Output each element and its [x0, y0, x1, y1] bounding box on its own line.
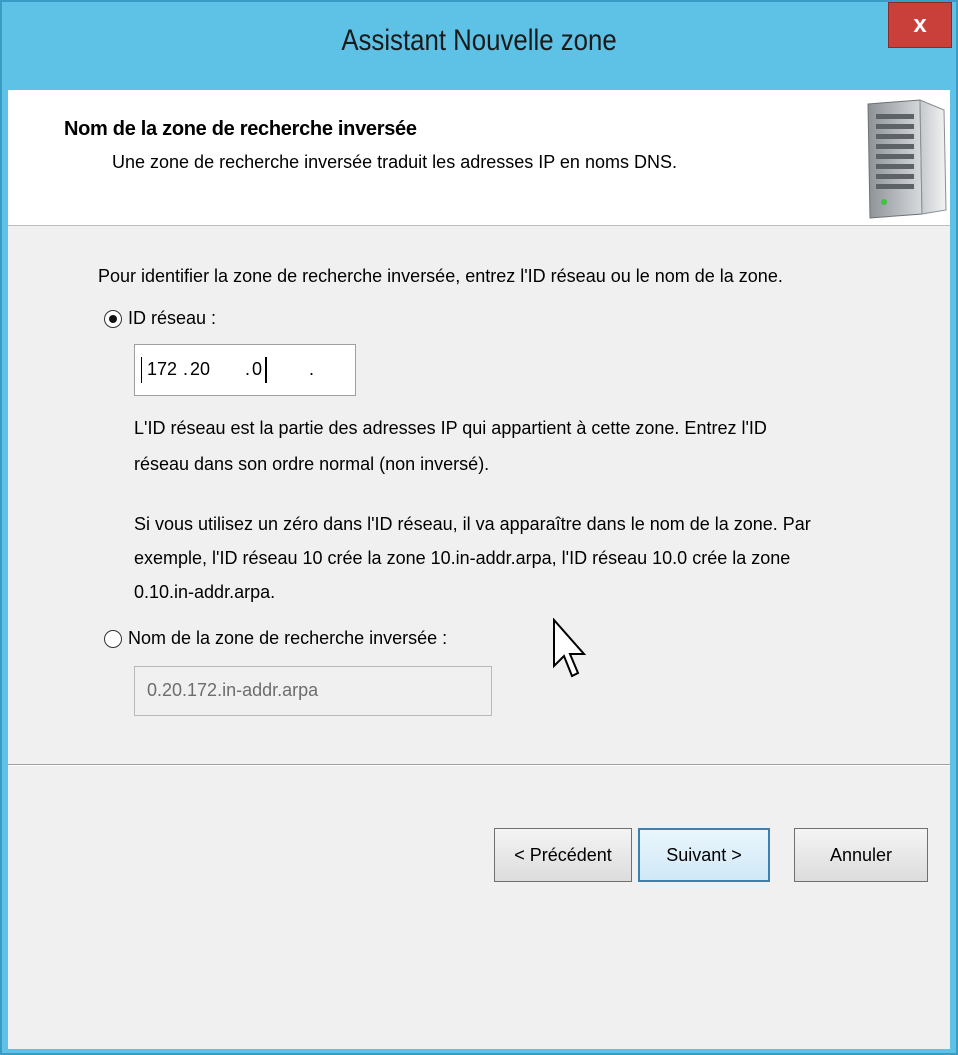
network-id-help-line-2: réseau dans son ordre normal (non invers…	[134, 454, 490, 474]
zone-name-value: 0.20.172.in-addr.arpa	[147, 680, 319, 700]
cancel-button[interactable]: Annuler	[794, 828, 928, 882]
octet-2[interactable]: 20	[190, 359, 210, 380]
button-area-divider	[8, 764, 950, 766]
close-button[interactable]: x	[888, 2, 952, 48]
text-caret	[265, 357, 267, 383]
zero-help-line-1: Si vous utilisez un zéro dans l'ID résea…	[134, 514, 811, 534]
wizard-content: Pour identifier la zone de recherche inv…	[8, 226, 950, 1049]
octet-separator-2: .	[245, 359, 251, 379]
field-left-caret	[141, 357, 142, 383]
window-title: Assistant Nouvelle zone	[341, 24, 617, 57]
zone-name-input[interactable]: 0.20.172.in-addr.arpa	[134, 666, 492, 716]
next-button[interactable]: Suivant >	[638, 828, 770, 882]
page-title: Nom de la zone de recherche inversée	[64, 118, 417, 140]
zero-help-line-2: exemple, l'ID réseau 10 crée la zone 10.…	[134, 548, 791, 568]
wizard-header: Nom de la zone de recherche inversée Une…	[8, 90, 950, 226]
octet-separator-1: .	[183, 359, 189, 379]
octet-1[interactable]: 172	[147, 359, 177, 380]
close-icon: x	[913, 11, 927, 38]
wizard-window: Assistant Nouvelle zone x Nom de la zone…	[0, 0, 958, 1055]
zero-help-line-3: 0.10.in-addr.arpa.	[134, 582, 276, 602]
radio-selected-dot	[109, 315, 117, 323]
server-icon	[867, 99, 947, 219]
network-id-label[interactable]: ID réseau :	[128, 308, 216, 329]
network-id-radio[interactable]	[104, 310, 122, 328]
page-subtitle: Une zone de recherche inversée traduit l…	[112, 152, 677, 172]
zone-name-radio[interactable]	[104, 630, 122, 648]
octet-separator-3: .	[309, 359, 315, 379]
mouse-pointer-icon	[553, 618, 586, 678]
intro-text: Pour identifier la zone de recherche inv…	[98, 266, 783, 286]
zone-name-label[interactable]: Nom de la zone de recherche inversée :	[128, 628, 447, 649]
title-bar[interactable]: Assistant Nouvelle zone x	[2, 2, 956, 90]
network-id-help-line-1: L'ID réseau est la partie des adresses I…	[134, 418, 767, 438]
back-button[interactable]: < Précédent	[494, 828, 632, 882]
octet-3[interactable]: 0	[252, 359, 262, 380]
network-id-input[interactable]: 172 . 20 . 0 .	[134, 344, 356, 396]
